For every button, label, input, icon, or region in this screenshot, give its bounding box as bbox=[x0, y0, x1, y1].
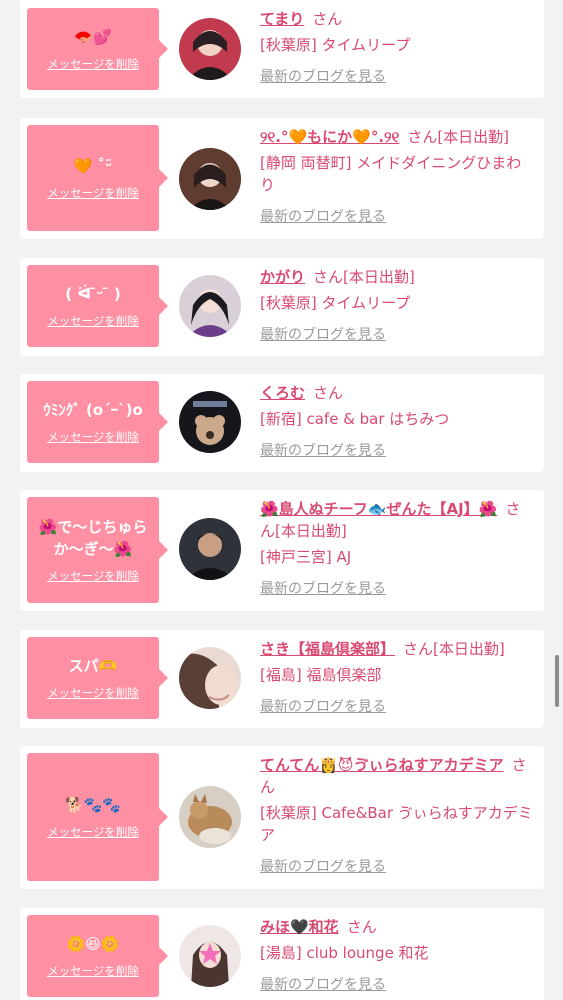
delete-message-link[interactable]: メッセージを削除 bbox=[47, 56, 139, 72]
message-text: 🧡 ˚ᵕ̈ bbox=[73, 157, 113, 175]
list-item: 🌺で〜じちゅらか〜ぎ〜🌺 メッセージを削除 🌺島人ぬチーフ🐟ぜんた【AJ】🌺 さん… bbox=[20, 490, 544, 611]
shop-name: [神戸三宮] AJ bbox=[260, 548, 352, 566]
list-item: 🌼😆🌼 メッセージを削除 みほ🖤和花 さん [湯島] club lounge 和花… bbox=[20, 908, 544, 1000]
entry-info: かがり さん[本日出勤] [秋葉原] タイムリープ 最新のブログを見る bbox=[260, 266, 535, 346]
delete-message-link[interactable]: メッセージを削除 bbox=[47, 429, 139, 445]
list-item: スパ🫶 メッセージを削除 さき【福島倶楽部】 さん[本日出勤] [福島] 福島倶楽… bbox=[20, 630, 544, 728]
latest-blog-link[interactable]: 最新のブログを見る bbox=[260, 856, 386, 878]
cast-name-link[interactable]: ୨୧.°🧡もにか🧡°.୨୧ bbox=[260, 128, 399, 146]
latest-blog-link[interactable]: 最新のブログを見る bbox=[260, 578, 386, 600]
cast-suffix: さん bbox=[346, 918, 377, 936]
cast-suffix: さん bbox=[313, 384, 344, 402]
entry-info: さき【福島倶楽部】 さん[本日出勤] [福島] 福島倶楽部 最新のブログを見る bbox=[260, 638, 535, 718]
list-item: 🪭💕 メッセージを削除 てまり さん [秋葉原] タイムリープ 最新のブログを見る bbox=[20, 0, 544, 98]
avatar[interactable] bbox=[179, 925, 241, 987]
entry-info: みほ🖤和花 さん [湯島] club lounge 和花 最新のブログを見る bbox=[260, 916, 535, 996]
delete-message-link[interactable]: メッセージを削除 bbox=[47, 685, 139, 701]
entry-info: 🌺島人ぬチーフ🐟ぜんた【AJ】🌺 さん[本日出勤] [神戸三宮] AJ 最新のブロ… bbox=[260, 498, 535, 600]
entry-info: てんてん👸😈ゔぃらねすアカデミア さん [秋葉原] Cafe&Bar ゔぃらねすア… bbox=[260, 754, 535, 878]
delete-message-link[interactable]: メッセージを削除 bbox=[47, 313, 139, 329]
cast-suffix: さん[本日出勤] bbox=[313, 268, 415, 286]
message-bubble: 🧡 ˚ᵕ̈ メッセージを削除 bbox=[27, 125, 168, 231]
delete-message-link[interactable]: メッセージを削除 bbox=[47, 963, 139, 979]
message-bubble: 🪭💕 メッセージを削除 bbox=[27, 8, 168, 90]
avatar-image bbox=[179, 786, 241, 848]
delete-message-link[interactable]: メッセージを削除 bbox=[47, 824, 139, 840]
cast-suffix: さん bbox=[312, 10, 343, 28]
latest-blog-link[interactable]: 最新のブログを見る bbox=[260, 66, 386, 88]
message-text: 🌺で〜じちゅらか〜ぎ〜🌺 bbox=[38, 518, 148, 558]
delete-message-link[interactable]: メッセージを削除 bbox=[47, 185, 139, 201]
message-bubble: ｳﾐﾝｸﾞ (o´ｰ`)o メッセージを削除 bbox=[27, 381, 168, 463]
list-item: 🐕🐾🐾 メッセージを削除 てんてん👸😈ゔぃらねすアカデミア さん [秋葉原] Ca… bbox=[20, 746, 544, 889]
cast-name-link[interactable]: てんてん👸😈ゔぃらねすアカデミア bbox=[260, 756, 504, 774]
message-text: 🐕🐾🐾 bbox=[64, 796, 122, 814]
message-bubble: ( ᐛ ̄ᵕ ̄ ) メッセージを削除 bbox=[27, 265, 168, 347]
message-bubble: スパ🫶 メッセージを削除 bbox=[27, 637, 168, 719]
cast-name-link[interactable]: てまり bbox=[260, 10, 304, 28]
avatar-image bbox=[179, 148, 241, 210]
shop-name: [秋葉原] Cafe&Bar ゔぃらねすアカデミア bbox=[260, 804, 533, 844]
latest-blog-link[interactable]: 最新のブログを見る bbox=[260, 324, 386, 346]
delete-message-link[interactable]: メッセージを削除 bbox=[47, 568, 139, 584]
cast-name-link[interactable]: 🌺島人ぬチーフ🐟ぜんた【AJ】🌺 bbox=[260, 500, 497, 518]
latest-blog-link[interactable]: 最新のブログを見る bbox=[260, 696, 386, 718]
message-text: スパ🫶 bbox=[68, 657, 118, 675]
avatar[interactable] bbox=[179, 786, 241, 848]
shop-name: [湯島] club lounge 和花 bbox=[260, 944, 429, 962]
avatar[interactable] bbox=[179, 647, 241, 709]
message-text: ( ᐛ ̄ᵕ ̄ ) bbox=[65, 285, 121, 303]
shop-name: [秋葉原] タイムリープ bbox=[260, 294, 411, 312]
shop-name: [秋葉原] タイムリープ bbox=[260, 36, 411, 54]
cast-name-link[interactable]: くろむ bbox=[260, 384, 305, 402]
list-item: 🧡 ˚ᵕ̈ メッセージを削除 ୨୧.°🧡もにか🧡°.୨୧ さん[本日出勤] [静岡… bbox=[20, 118, 544, 239]
cast-suffix: さん[本日出勤] bbox=[403, 640, 505, 658]
avatar[interactable] bbox=[179, 391, 241, 453]
cast-name-link[interactable]: みほ🖤和花 bbox=[260, 918, 339, 936]
message-list: 🪭💕 メッセージを削除 てまり さん [秋葉原] タイムリープ 最新のブログを見る… bbox=[0, 0, 563, 1000]
avatar-image bbox=[179, 18, 241, 80]
entry-info: ୨୧.°🧡もにか🧡°.୨୧ さん[本日出勤] [静岡 両替町] メイドダイニングひ… bbox=[260, 126, 535, 228]
shop-name: [福島] 福島倶楽部 bbox=[260, 666, 382, 684]
message-bubble: 🌼😆🌼 メッセージを削除 bbox=[27, 915, 168, 997]
shop-name: [新宿] cafe & bar はちみつ bbox=[260, 410, 450, 428]
message-bubble: 🌺で〜じちゅらか〜ぎ〜🌺 メッセージを削除 bbox=[27, 497, 168, 603]
entry-info: てまり さん [秋葉原] タイムリープ 最新のブログを見る bbox=[260, 8, 535, 88]
scrollbar-thumb[interactable] bbox=[555, 655, 559, 707]
message-text: 🌼😆🌼 bbox=[66, 935, 120, 953]
avatar[interactable] bbox=[179, 518, 241, 580]
message-text: 🪭💕 bbox=[74, 28, 112, 46]
avatar[interactable] bbox=[179, 18, 241, 80]
cast-suffix: さん[本日出勤] bbox=[407, 128, 510, 146]
entry-info: くろむ さん [新宿] cafe & bar はちみつ 最新のブログを見る bbox=[260, 382, 535, 462]
avatar-image bbox=[179, 391, 241, 453]
avatar[interactable] bbox=[179, 148, 241, 210]
latest-blog-link[interactable]: 最新のブログを見る bbox=[260, 440, 386, 462]
latest-blog-link[interactable]: 最新のブログを見る bbox=[260, 206, 386, 228]
avatar-image bbox=[179, 275, 241, 337]
avatar[interactable] bbox=[179, 275, 241, 337]
list-item: ｳﾐﾝｸﾞ (o´ｰ`)o メッセージを削除 くろむ さん [新宿] cafe &… bbox=[20, 374, 544, 472]
cast-name-link[interactable]: さき【福島倶楽部】 bbox=[260, 640, 395, 658]
avatar-image bbox=[179, 518, 241, 580]
avatar-image bbox=[179, 925, 241, 987]
message-bubble: 🐕🐾🐾 メッセージを削除 bbox=[27, 753, 168, 881]
shop-name: [静岡 両替町] メイドダイニングひまわり bbox=[260, 154, 522, 194]
latest-blog-link[interactable]: 最新のブログを見る bbox=[260, 974, 386, 996]
avatar-image bbox=[179, 647, 241, 709]
cast-name-link[interactable]: かがり bbox=[260, 268, 305, 286]
message-text: ｳﾐﾝｸﾞ (o´ｰ`)o bbox=[43, 401, 143, 419]
list-item: ( ᐛ ̄ᵕ ̄ ) メッセージを削除 かがり さん[本日出勤] [秋葉原] タイ… bbox=[20, 258, 544, 356]
